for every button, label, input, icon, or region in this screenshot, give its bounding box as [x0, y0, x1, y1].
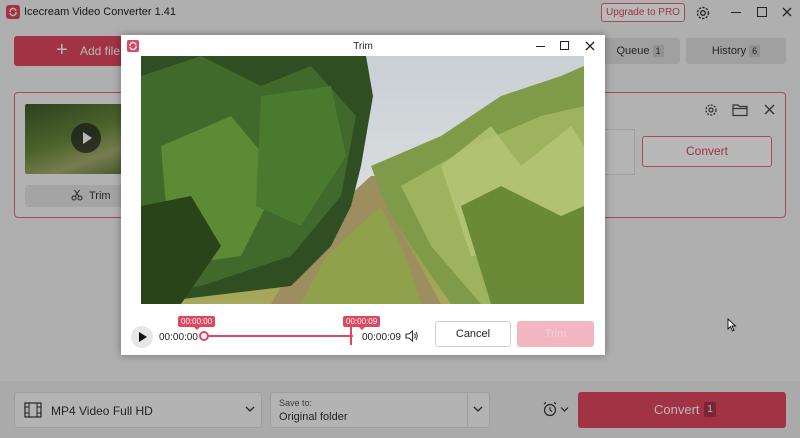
- dialog-maximize-button[interactable]: [560, 41, 569, 50]
- trim-confirm-button[interactable]: Trim: [517, 321, 594, 347]
- cancel-button[interactable]: Cancel: [435, 321, 511, 347]
- trim-dialog: Trim 00:00:00 00:00:00 00:00:09 00:00:09…: [121, 35, 605, 355]
- trim-end-handle[interactable]: [350, 327, 352, 345]
- play-button[interactable]: [131, 326, 153, 348]
- close-icon[interactable]: [584, 40, 596, 52]
- trim-start-handle[interactable]: [199, 331, 209, 341]
- dialog-minimize-button[interactable]: [536, 46, 545, 47]
- end-time-tooltip: 00:00:09: [343, 316, 381, 330]
- speaker-icon[interactable]: [405, 330, 419, 342]
- time-end: 00:00:09: [362, 332, 401, 343]
- trim-selection: [205, 335, 353, 337]
- video-frame: [141, 56, 584, 304]
- dialog-title: Trim: [353, 41, 373, 52]
- time-start: 00:00:00: [159, 332, 198, 343]
- start-time-tooltip: 00:00:00: [178, 316, 216, 330]
- mouse-cursor-icon: [727, 318, 737, 332]
- video-preview[interactable]: [141, 56, 584, 304]
